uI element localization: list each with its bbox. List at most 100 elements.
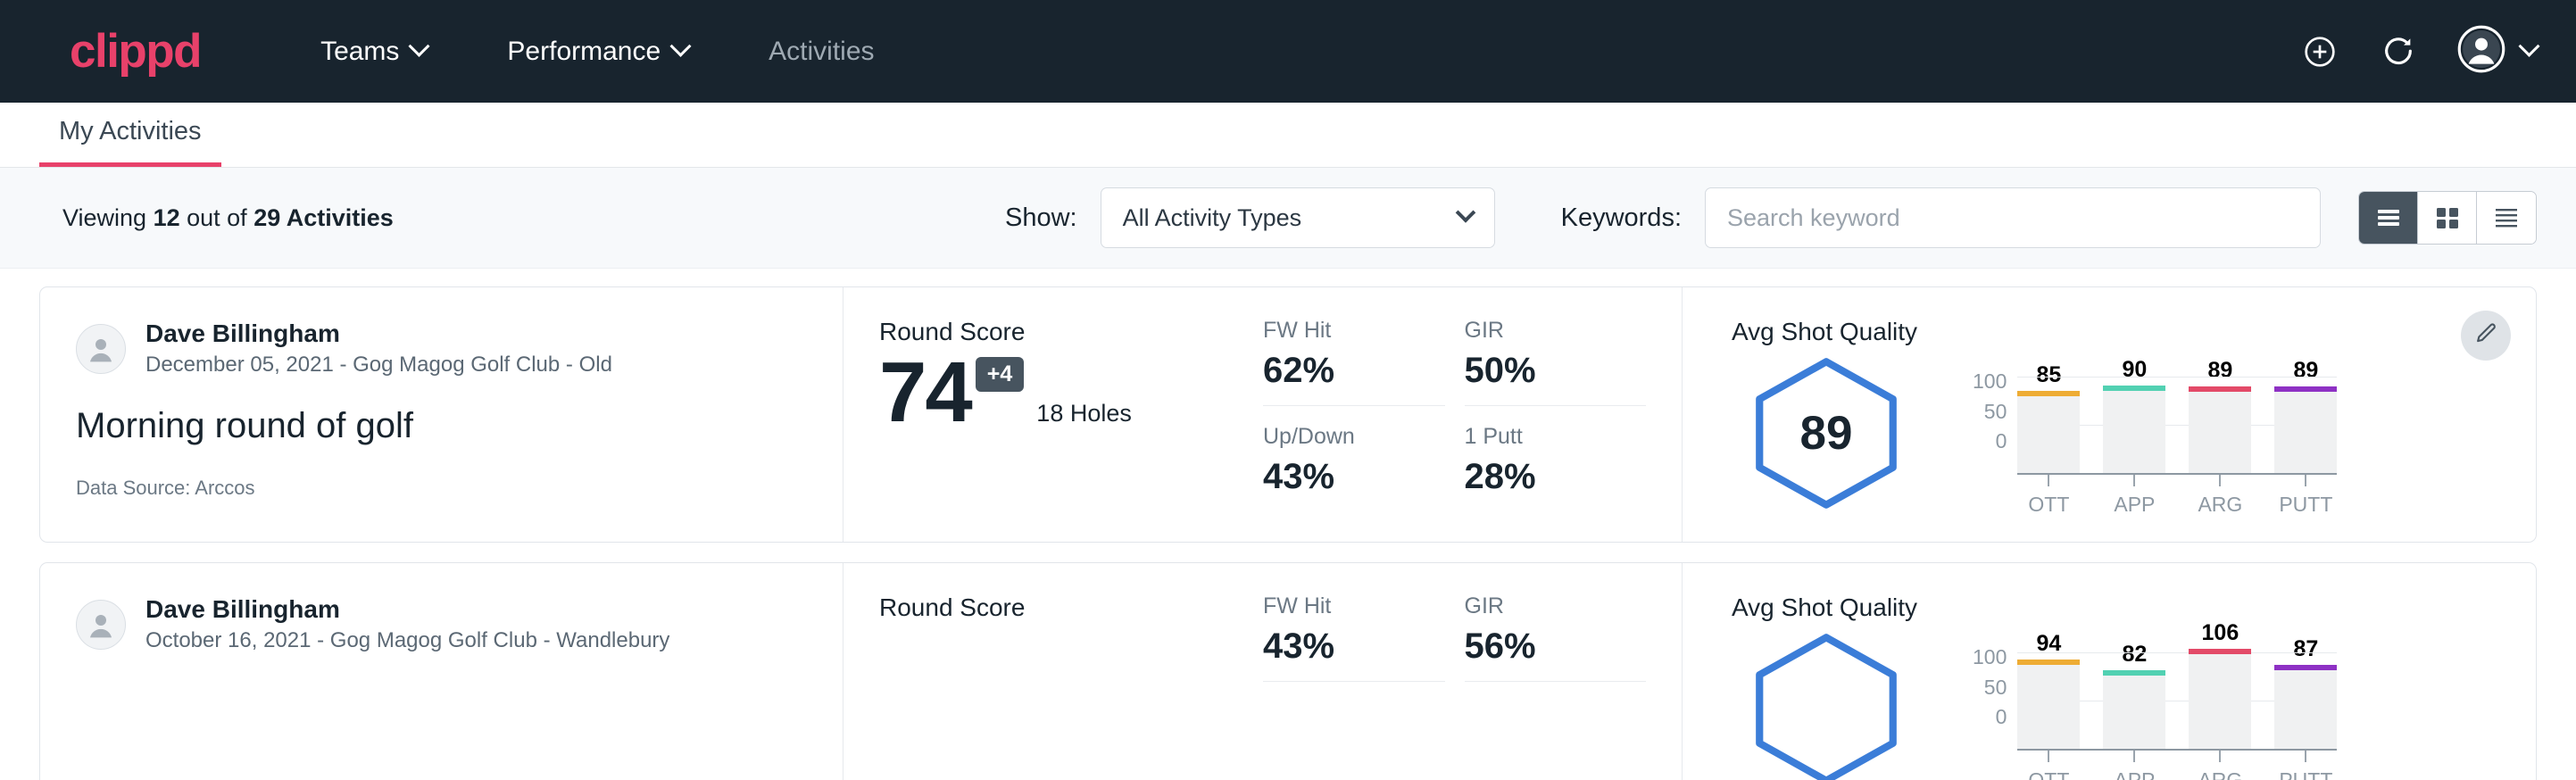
stat-one-putt: 1 Putt 28% <box>1465 424 1647 511</box>
bar-arg-value: 106 <box>2202 622 2239 644</box>
account-avatar-icon <box>2457 25 2505 78</box>
activity-data-source: Data Source: Arccos <box>76 477 807 500</box>
stat-fw-hit-label: FW Hit <box>1263 593 1445 619</box>
tick-arg: ARG <box>2189 751 2251 780</box>
y-tick-0: 0 <box>1973 431 2007 452</box>
stat-up-down-label: Up/Down <box>1263 424 1445 450</box>
round-stats-grid: FW Hit 43% GIR 56% <box>1263 563 1683 780</box>
activity-user-name: Dave Billingham <box>145 318 612 349</box>
edit-activity-button[interactable] <box>2461 311 2511 361</box>
bar-putt-value: 89 <box>2293 360 2318 382</box>
round-score-to-par-badge: +4 <box>976 357 1025 392</box>
list-view-button[interactable] <box>2359 192 2418 244</box>
tab-my-activities-label: My Activities <box>59 117 202 145</box>
tick-putt: PUTT <box>2274 475 2337 517</box>
chart-plot-area: 85 90 <box>2017 355 2337 517</box>
avg-shot-quality-body: 100 50 0 94 <box>1732 631 2500 780</box>
chart-bars: 85 90 <box>2017 355 2337 473</box>
clippd-logo[interactable]: clippd <box>70 28 201 75</box>
nav-item-activities[interactable]: Activities <box>754 28 888 76</box>
stat-up-down-value: 43% <box>1263 457 1445 497</box>
compact-view-icon <box>2492 204 2521 231</box>
tab-my-activities[interactable]: My Activities <box>39 119 221 167</box>
round-score-value: 74 <box>879 352 971 433</box>
activity-card[interactable]: Dave Billingham October 16, 2021 - Gog M… <box>39 562 2537 780</box>
nav-item-performance[interactable]: Performance <box>493 28 702 76</box>
bar-ott: 94 <box>2017 633 2080 749</box>
filter-controls: Show: All Activity Types Keywords: <box>1005 187 2537 248</box>
nav-item-teams[interactable]: Teams <box>306 28 441 76</box>
tick-app-label: APP <box>2114 493 2155 517</box>
bar-ott: 85 <box>2017 364 2080 473</box>
stat-fw-hit-value: 43% <box>1263 626 1445 667</box>
round-score-section: Round Score <box>843 563 1263 780</box>
round-score-row: 74 +4 18 Holes <box>879 352 1254 433</box>
stat-fw-hit: FW Hit 62% <box>1263 318 1445 406</box>
stat-gir-value: 50% <box>1465 351 1647 391</box>
round-holes-label: 18 Holes <box>1036 400 1132 433</box>
activity-user-row: Dave Billingham December 05, 2021 - Gog … <box>76 318 807 379</box>
chevron-down-icon <box>2518 36 2539 57</box>
bar-putt: 87 <box>2274 638 2337 749</box>
plus-circle-icon[interactable] <box>2300 32 2339 71</box>
chart-x-ticks: OTT APP ARG <box>2017 475 2337 517</box>
activity-card-summary: Dave Billingham October 16, 2021 - Gog M… <box>40 563 843 780</box>
chart-bars: 94 82 <box>2017 631 2337 749</box>
y-tick-50: 50 <box>1973 677 2007 698</box>
bar-putt-cap <box>2274 386 2337 392</box>
nav-item-teams-label: Teams <box>320 37 399 67</box>
tick-arg-label: ARG <box>2198 493 2242 517</box>
activity-type-select[interactable]: All Activity Types <box>1101 187 1495 248</box>
avg-shot-quality-hexagon <box>1744 631 1908 780</box>
stat-gir: GIR 50% <box>1465 318 1647 406</box>
stat-gir-label: GIR <box>1465 593 1647 619</box>
tab-strip: My Activities <box>0 103 2576 168</box>
tick-ott: OTT <box>2017 475 2080 517</box>
tick-putt-label: PUTT <box>2279 493 2332 517</box>
user-avatar-icon <box>76 324 126 374</box>
refresh-icon[interactable] <box>2379 32 2418 71</box>
user-avatar-icon <box>76 600 126 650</box>
shot-quality-bar-chart: 100 50 0 85 <box>1973 355 2337 517</box>
stat-up-down: Up/Down 43% <box>1263 424 1445 511</box>
chevron-down-icon <box>1455 203 1475 223</box>
activity-type-select-value: All Activity Types <box>1123 204 1302 232</box>
chart-plot-area: 94 82 <box>2017 631 2337 780</box>
stat-gir: GIR 56% <box>1465 593 1647 682</box>
avg-shot-quality-body: 89 100 50 0 85 <box>1732 355 2500 517</box>
bar-app-value: 82 <box>2122 643 2147 666</box>
bar-app-value: 90 <box>2122 359 2147 381</box>
bar-arg-cap <box>2189 386 2251 392</box>
list-view-icon <box>2374 206 2403 229</box>
keywords-label: Keywords: <box>1561 203 1682 233</box>
avg-shot-quality-value: 89 <box>1744 355 1908 511</box>
search-input[interactable] <box>1705 187 2321 248</box>
view-mode-toggle-group <box>2358 191 2537 245</box>
viewing-summary: Viewing 12 out of 29 Activities <box>62 204 394 232</box>
tick-ott-label: OTT <box>2028 768 2069 780</box>
avg-shot-quality-label: Avg Shot Quality <box>1732 593 2500 622</box>
nav-item-activities-label: Activities <box>769 37 874 67</box>
activity-date-course: December 05, 2021 - Gog Magog Golf Club … <box>145 351 612 379</box>
stat-fw-hit-value: 62% <box>1263 351 1445 391</box>
y-tick-50: 50 <box>1973 402 2007 422</box>
top-navigation-bar: clippd Teams Performance Activities <box>0 0 2576 103</box>
activity-card[interactable]: Dave Billingham December 05, 2021 - Gog … <box>39 286 2537 543</box>
show-label: Show: <box>1005 203 1077 233</box>
y-tick-100: 100 <box>1973 371 2007 392</box>
account-menu[interactable] <box>2457 25 2537 78</box>
pencil-icon <box>2473 321 2498 351</box>
chevron-down-icon <box>670 36 692 57</box>
shot-quality-bar-chart: 100 50 0 94 <box>1973 631 2337 780</box>
y-tick-100: 100 <box>1973 647 2007 668</box>
viewing-count: 12 <box>154 204 180 231</box>
chart-x-ticks: OTT APP ARG <box>2017 751 2337 780</box>
bar-arg-value: 89 <box>2207 360 2232 382</box>
bar-putt-cap <box>2274 665 2337 670</box>
compact-view-button[interactable] <box>2477 192 2536 244</box>
stat-one-putt-value: 28% <box>1465 457 1647 497</box>
bar-arg-cap <box>2189 649 2251 654</box>
activity-user-name: Dave Billingham <box>145 593 669 625</box>
round-stats-grid: FW Hit 62% GIR 50% Up/Down 43% 1 Putt 28… <box>1263 287 1683 542</box>
grid-view-button[interactable] <box>2418 192 2477 244</box>
